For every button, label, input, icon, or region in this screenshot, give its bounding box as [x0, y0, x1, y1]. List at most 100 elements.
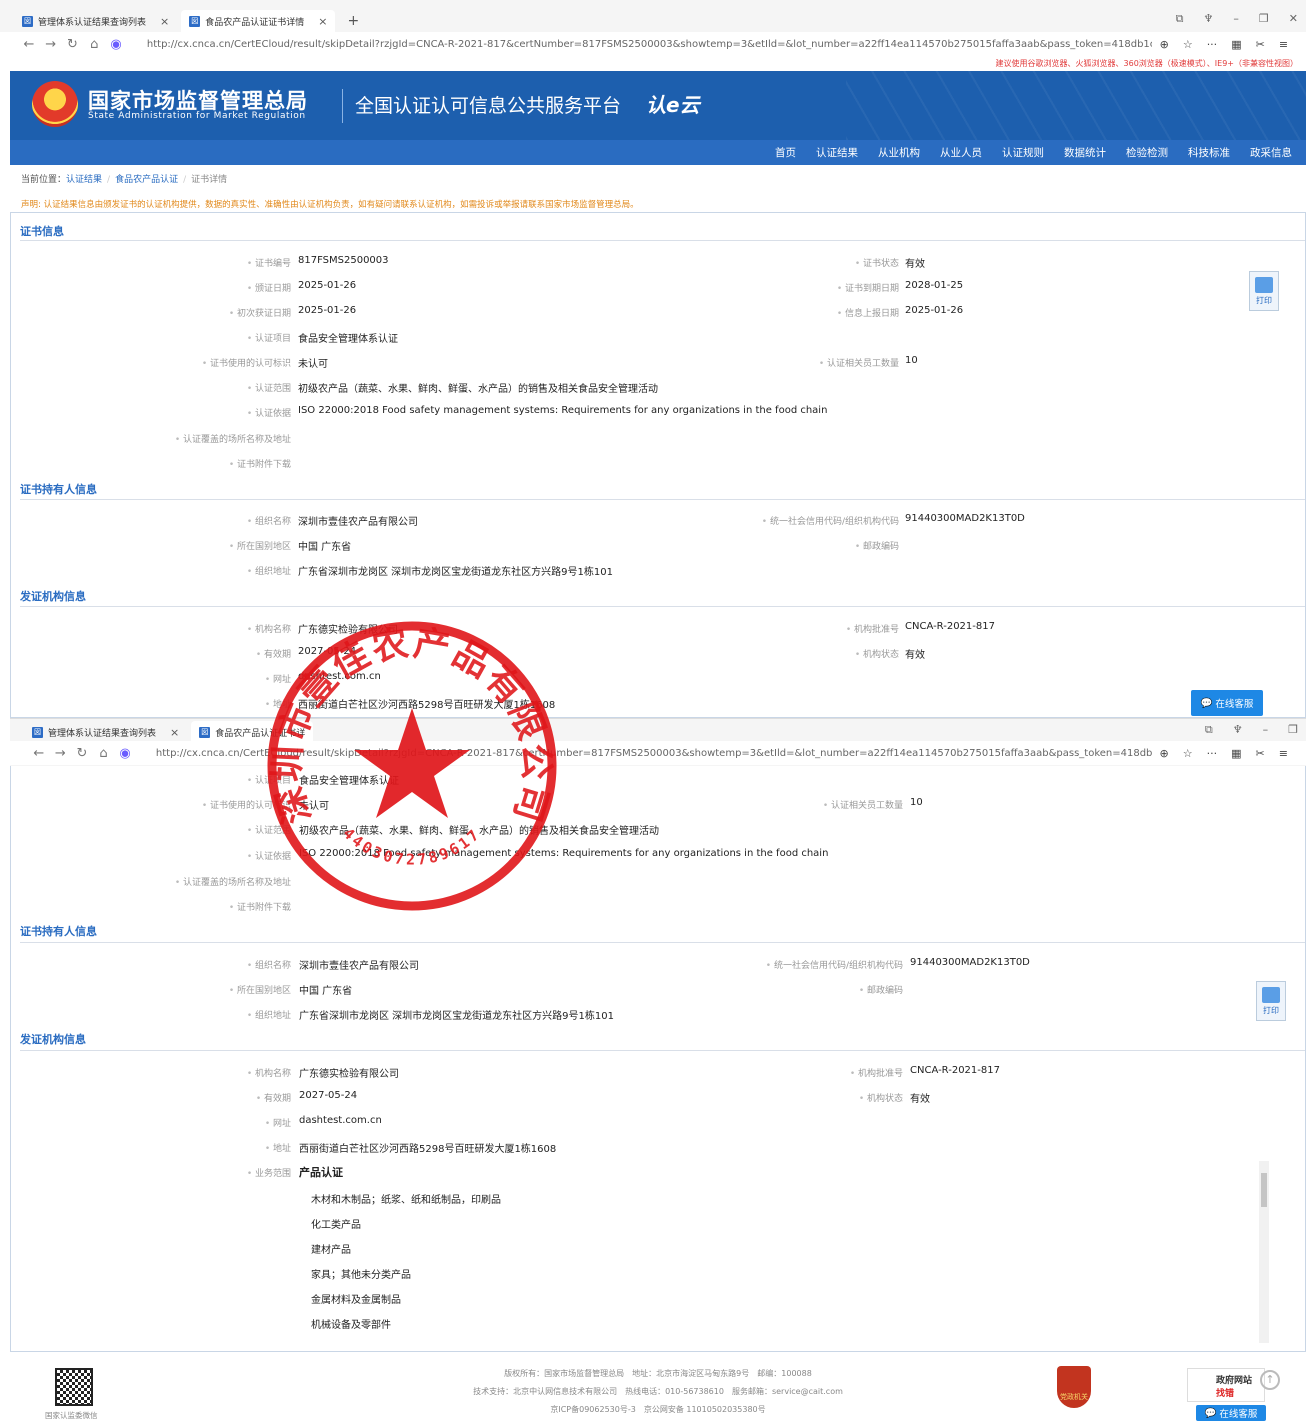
site-footer: 国家认监委微信 版权所有：国家市场监督管理总局 地址：北京市海淀区马甸东路9号 …: [10, 1352, 1306, 1421]
apps-icon[interactable]: ▦: [1231, 747, 1241, 760]
label-postal: 邮政编码: [719, 539, 899, 552]
sidebar-icon[interactable]: ⧉: [1176, 12, 1184, 26]
label-valid: 有效期: [111, 647, 291, 660]
section-title-issuer: 发证机构信息: [20, 590, 86, 603]
section-title-holder: 证书持有人信息: [20, 483, 97, 496]
new-tab-icon[interactable]: +: [339, 10, 367, 32]
breadcrumb-results[interactable]: 认证结果: [66, 175, 102, 185]
scrollbar-thumb[interactable]: [1261, 1173, 1267, 1207]
restore-icon[interactable]: ❐: [1288, 723, 1298, 737]
label-issuer-address: 地址: [111, 1141, 291, 1154]
zoom-icon[interactable]: ⊕: [1160, 747, 1169, 760]
ai-icon[interactable]: ◉: [105, 37, 127, 52]
menu-staff[interactable]: 从业人员: [930, 145, 992, 160]
cloud-logo: 认e云: [646, 93, 700, 117]
more-icon[interactable]: ···: [1207, 747, 1218, 760]
shirt-icon[interactable]: ♆: [1233, 723, 1243, 737]
ai-icon[interactable]: ◉: [114, 746, 136, 761]
zoom-icon[interactable]: ⊕: [1160, 38, 1169, 51]
menu-testing[interactable]: 检验检测: [1116, 145, 1178, 160]
browser-tab-active[interactable]: 図食品农产品认证证书详: [191, 721, 314, 743]
browser-tab[interactable]: 図管理体系认证结果查询列表 ×: [24, 721, 187, 743]
breadcrumb-food[interactable]: 食品农产品认证: [115, 175, 178, 185]
gov-site-error-badge[interactable]: 政府网站 找错: [1187, 1368, 1265, 1402]
forward-icon[interactable]: →: [40, 37, 62, 52]
cut-icon[interactable]: ✂: [1256, 38, 1265, 51]
browser-recommendation[interactable]: 建议使用谷歌浏览器、火狐浏览器、360浏览器（极速模式）、IE9+（非兼容性视图…: [996, 58, 1298, 69]
menu-standards[interactable]: 科技标准: [1178, 145, 1240, 160]
close-tab-icon[interactable]: ×: [170, 726, 179, 739]
business-scope-item: 金属材料及金属制品: [311, 1295, 401, 1306]
label-report-date: 信息上报日期: [719, 306, 899, 319]
print-button[interactable]: 打印: [1256, 981, 1286, 1021]
label-issuer-name: 机构名称: [111, 1066, 291, 1079]
label-expire-date: 证书到期日期: [719, 281, 899, 294]
business-scope-title: 产品认证: [299, 1166, 343, 1179]
star-icon[interactable]: ☆: [1183, 38, 1193, 51]
disclaimer: 声明: 认证结果信息由颁发证书的认证机构提供，数据的真实性、准确性由认证机构负责…: [21, 200, 639, 210]
browser-tab-active[interactable]: 図食品农产品认证证书详情 ×: [181, 10, 336, 32]
shirt-icon[interactable]: ♆: [1204, 12, 1214, 26]
tab-label: 管理体系认证结果查询列表: [38, 17, 147, 28]
first-date: 2025-01-26: [298, 305, 357, 316]
label-staff: 认证相关员工数量: [723, 798, 903, 811]
cert-basis: ISO 22000:2018 Food safety management sy…: [299, 848, 829, 859]
minimize-icon[interactable]: –: [1233, 12, 1239, 26]
menu-home[interactable]: 首页: [765, 145, 806, 160]
url-input[interactable]: http://cx.cnca.cn/CertECloud/result/skip…: [147, 39, 1152, 50]
party-gov-badge[interactable]: 党政机关: [1057, 1366, 1091, 1408]
online-service-button[interactable]: 💬 在线客服: [1191, 690, 1263, 716]
reload-icon[interactable]: ↻: [62, 37, 84, 52]
forward-icon[interactable]: →: [50, 746, 72, 761]
apps-icon[interactable]: ▦: [1231, 38, 1241, 51]
menu-icon[interactable]: ≡: [1279, 747, 1288, 760]
label-attachment[interactable]: 证书附件下载: [111, 457, 291, 470]
menu-stats[interactable]: 数据统计: [1054, 145, 1116, 160]
sidebar-icon[interactable]: ⧉: [1205, 723, 1213, 737]
label-issuer-address: 地址: [111, 697, 291, 710]
home-icon[interactable]: ⌂: [83, 37, 105, 52]
more-icon[interactable]: ···: [1207, 38, 1218, 51]
favicon-icon: 図: [189, 15, 201, 27]
back-to-top-icon[interactable]: ↑: [1260, 1370, 1280, 1390]
menu-rules[interactable]: 认证规则: [992, 145, 1054, 160]
cut-icon[interactable]: ✂: [1256, 747, 1265, 760]
site-subtitle: State Administration for Market Regulati…: [88, 111, 306, 121]
url-input[interactable]: http://cx.cnca.cn/CertECloud/result/skip…: [156, 748, 1152, 759]
browser-tab[interactable]: 図管理体系认证结果查询列表 ×: [14, 10, 177, 32]
label-sites: 认证覆盖的场所名称及地址: [71, 432, 291, 445]
footer-icp[interactable]: 京ICP备09062530号-3 京公网安备 11010502035380号: [10, 1404, 1306, 1415]
business-scope-item: 建材产品: [311, 1245, 351, 1256]
menu-results[interactable]: 认证结果: [806, 145, 868, 160]
star-icon[interactable]: ☆: [1183, 747, 1193, 760]
label-staff: 认证相关员工数量: [719, 356, 899, 369]
issuer-website[interactable]: dashtest.com.cn: [299, 1115, 382, 1126]
online-service-button[interactable]: 💬 在线客服: [1196, 1405, 1266, 1421]
minimize-icon[interactable]: –: [1263, 723, 1269, 737]
credit-code: 91440300MAD2K13T0D: [910, 957, 1030, 968]
label-basis: 认证依据: [111, 849, 291, 862]
back-icon[interactable]: ←: [18, 37, 40, 52]
close-tab-icon[interactable]: ×: [160, 15, 169, 28]
menu-orgs[interactable]: 从业机构: [868, 145, 930, 160]
issuer-address: 西丽街道白芒社区沙河西路5298号百旺研发大厦1栋1608: [299, 1144, 557, 1155]
label-cert-number: 证书编号: [111, 256, 291, 269]
expire-date: 2028-01-25: [905, 280, 964, 291]
label-business-scope: 业务范围: [111, 1166, 291, 1179]
home-icon[interactable]: ⌂: [93, 746, 115, 761]
label-org-name: 组织名称: [111, 514, 291, 527]
header-divider: [342, 89, 343, 123]
restore-icon[interactable]: ❐: [1259, 12, 1269, 26]
business-scope-scrollbar[interactable]: [1259, 1161, 1269, 1343]
close-window-icon[interactable]: ✕: [1289, 12, 1298, 26]
label-attachment[interactable]: 证书附件下载: [111, 900, 291, 913]
report-date: 2025-01-26: [905, 305, 964, 316]
back-icon[interactable]: ←: [28, 746, 50, 761]
issuer-name: 广东德实检验有限公司: [298, 625, 398, 636]
print-button[interactable]: 打印: [1249, 271, 1279, 311]
menu-icon[interactable]: ≡: [1279, 38, 1288, 51]
issuer-website[interactable]: dashtest.com.cn: [298, 671, 381, 682]
close-tab-icon[interactable]: ×: [318, 15, 327, 28]
menu-procurement[interactable]: 政采信息: [1240, 145, 1302, 160]
reload-icon[interactable]: ↻: [71, 746, 93, 761]
